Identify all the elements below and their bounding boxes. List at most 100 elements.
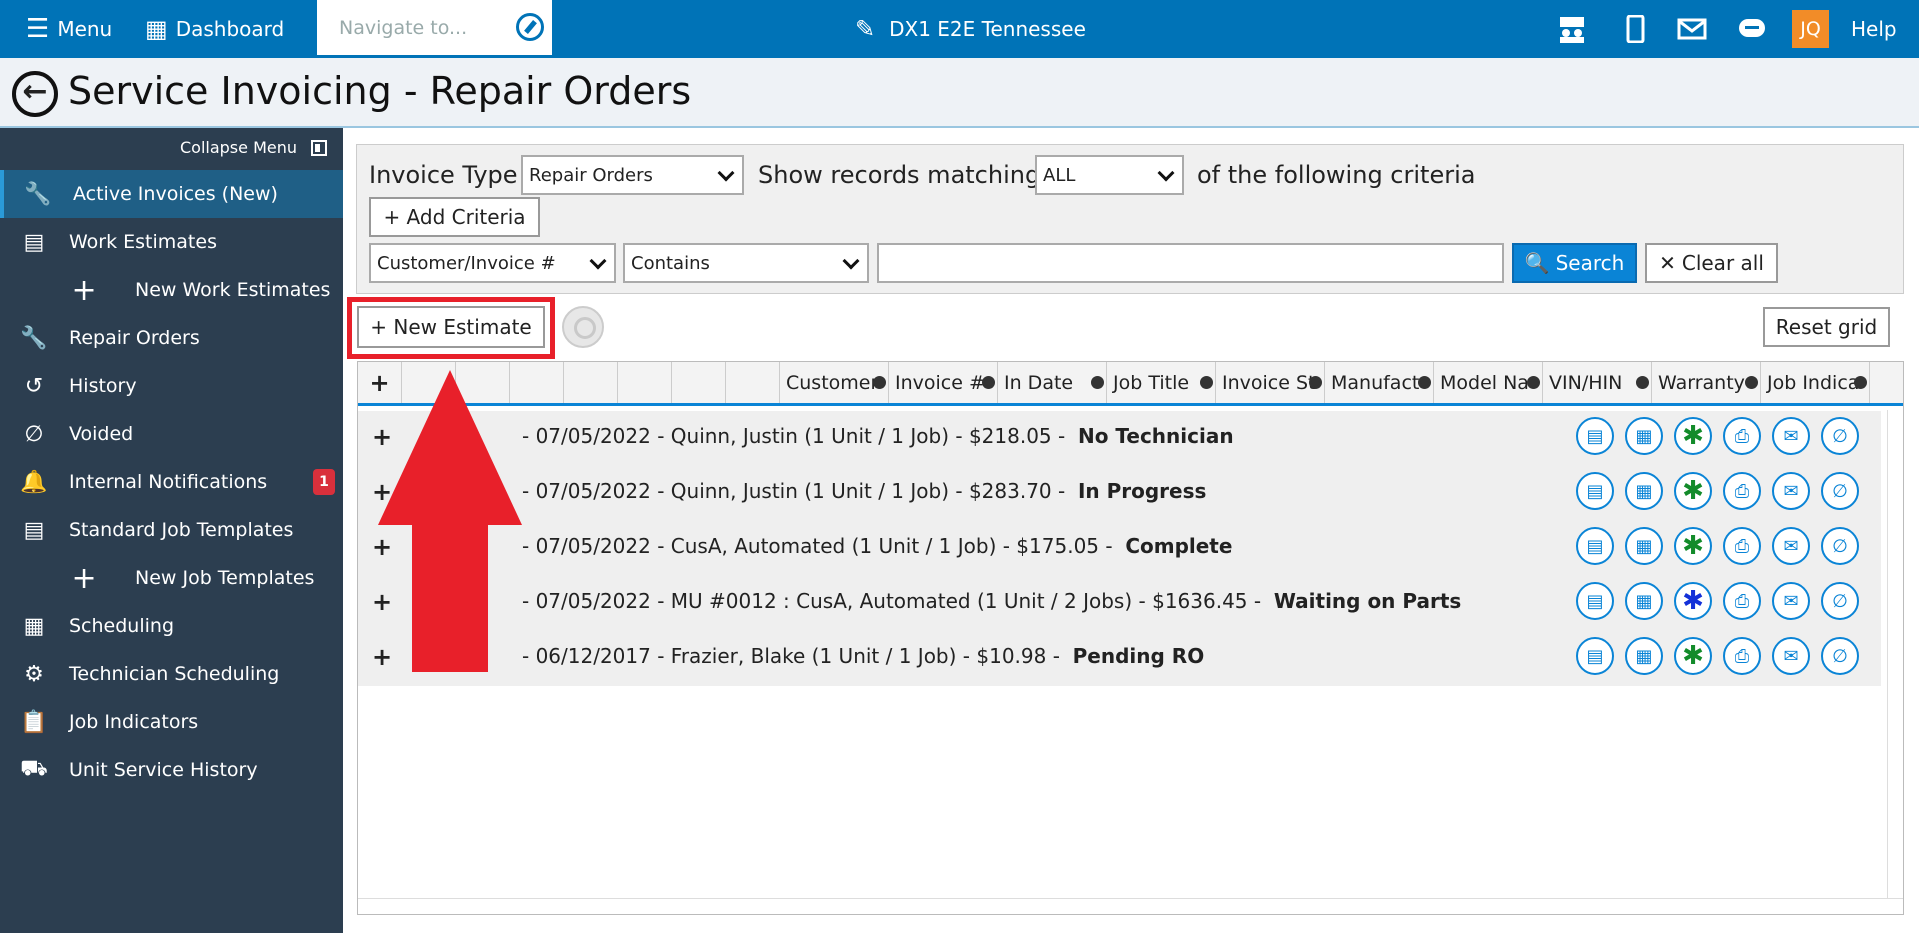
gear-icon[interactable] xyxy=(1200,376,1213,389)
email-icon[interactable]: ✉ xyxy=(1772,527,1810,565)
vertical-scrollbar[interactable] xyxy=(1887,410,1903,898)
back-arrow-icon[interactable]: ← xyxy=(12,71,58,117)
sidebar-item-internal-notifications[interactable]: 🔔 Internal Notifications 1 xyxy=(0,458,343,506)
calendar-icon[interactable]: ▦ xyxy=(1625,527,1663,565)
email-icon[interactable]: ✉ xyxy=(1772,472,1810,510)
invoice-number-header[interactable]: Invoice # xyxy=(889,362,998,403)
gear-icon[interactable] xyxy=(1527,376,1540,389)
print-icon[interactable]: ⎙ xyxy=(1723,637,1761,675)
manufacturer-header[interactable]: Manufact xyxy=(1325,362,1434,403)
void-icon[interactable]: ∅ xyxy=(1821,417,1859,455)
print-icon[interactable]: ⎙ xyxy=(1723,582,1761,620)
navigate-input[interactable]: Navigate to... xyxy=(317,0,552,55)
sidebar-item-active-invoices[interactable]: 🔧 Active Invoices (New) xyxy=(0,170,343,218)
gear-icon[interactable] xyxy=(1091,376,1104,389)
document-icon[interactable]: ▤ xyxy=(1576,527,1614,565)
dashboard-button[interactable]: ▦ Dashboard xyxy=(145,0,284,58)
mail-icon[interactable] xyxy=(1677,15,1707,43)
reset-grid-button[interactable]: Reset grid xyxy=(1763,307,1890,347)
warranty-icon[interactable]: ✱ xyxy=(1674,527,1712,565)
table-row[interactable]: + - 07/05/2022 - CusA, Automated (1 Unit… xyxy=(358,521,1881,576)
invoice-status-header[interactable]: Invoice St xyxy=(1216,362,1325,403)
refresh-icon[interactable] xyxy=(562,306,604,348)
job-indicators-header[interactable]: Job Indica xyxy=(1761,362,1870,403)
gear-icon: ⚙ xyxy=(24,661,44,687)
document-icon[interactable]: ▤ xyxy=(1576,637,1614,675)
match-select[interactable]: ALL xyxy=(1035,155,1184,195)
row-status: Complete xyxy=(1125,534,1233,558)
sidebar-item-work-estimates[interactable]: ▤ Work Estimates xyxy=(0,218,343,266)
row-summary: - 07/05/2022 - CusA, Automated (1 Unit /… xyxy=(522,534,1113,558)
user-switch-icon[interactable] xyxy=(1557,15,1587,43)
warranty-icon[interactable]: ✱ xyxy=(1674,472,1712,510)
sidebar-item-new-job-templates[interactable]: + New Job Templates xyxy=(0,554,343,602)
gear-icon[interactable] xyxy=(1418,376,1431,389)
sidebar-item-new-work-estimates[interactable]: + New Work Estimates xyxy=(0,266,343,314)
calendar-icon[interactable]: ▦ xyxy=(1625,472,1663,510)
calendar-icon[interactable]: ▦ xyxy=(1625,582,1663,620)
email-icon[interactable]: ✉ xyxy=(1772,417,1810,455)
warranty-icon[interactable]: ✱ xyxy=(1674,417,1712,455)
gear-icon[interactable] xyxy=(873,376,886,389)
table-row[interactable]: + - 07/05/2022 - Quinn, Justin (1 Unit /… xyxy=(358,411,1881,466)
warranty-icon[interactable]: ✱ xyxy=(1674,582,1712,620)
email-icon[interactable]: ✉ xyxy=(1772,637,1810,675)
sidebar-item-history[interactable]: ↺ History xyxy=(0,362,343,410)
help-link[interactable]: Help xyxy=(1851,0,1897,58)
invoice-type-select[interactable]: Repair Orders xyxy=(521,155,744,195)
search-input[interactable] xyxy=(877,243,1504,283)
in-date-header[interactable]: In Date xyxy=(998,362,1107,403)
user-avatar[interactable]: JQ xyxy=(1792,10,1829,48)
sidebar-item-scheduling[interactable]: ▦ Scheduling xyxy=(0,602,343,650)
search-button[interactable]: 🔍 Search xyxy=(1512,243,1637,283)
annotation-arrow xyxy=(378,370,522,672)
collapse-icon xyxy=(311,139,327,156)
table-row[interactable]: + - 07/05/2022 - MU #0012 : CusA, Automa… xyxy=(358,576,1881,631)
job-title-header[interactable]: Job Title xyxy=(1107,362,1216,403)
document-icon[interactable]: ▤ xyxy=(1576,472,1614,510)
chat-icon[interactable] xyxy=(1737,15,1767,43)
model-name-header[interactable]: Model Na xyxy=(1434,362,1543,403)
warranty-header[interactable]: Warranty xyxy=(1652,362,1761,403)
operator-select[interactable]: Contains xyxy=(623,243,869,283)
sidebar-item-standard-job-templates[interactable]: ▤ Standard Job Templates xyxy=(0,506,343,554)
customer-header[interactable]: Customer xyxy=(780,362,889,403)
print-icon[interactable]: ⎙ xyxy=(1723,417,1761,455)
mobile-icon[interactable] xyxy=(1620,14,1650,44)
sidebar-item-job-indicators[interactable]: 📋 Job Indicators xyxy=(0,698,343,746)
void-icon[interactable]: ∅ xyxy=(1821,582,1859,620)
dealer-name[interactable]: ✎ DX1 E2E Tennessee xyxy=(855,0,1086,58)
field-select[interactable]: Customer/Invoice # xyxy=(369,243,616,283)
horizontal-scrollbar[interactable] xyxy=(358,898,1903,914)
row-status: Waiting on Parts xyxy=(1273,589,1462,613)
void-icon[interactable]: ∅ xyxy=(1821,472,1859,510)
calendar-icon[interactable]: ▦ xyxy=(1625,417,1663,455)
vin-hin-header[interactable]: VIN/HIN xyxy=(1543,362,1652,403)
compass-icon[interactable] xyxy=(516,13,544,41)
void-icon[interactable]: ∅ xyxy=(1821,527,1859,565)
sidebar-item-voided[interactable]: ∅ Voided xyxy=(0,410,343,458)
gear-icon[interactable] xyxy=(1745,376,1758,389)
email-icon[interactable]: ✉ xyxy=(1772,582,1810,620)
calendar-icon[interactable]: ▦ xyxy=(1625,637,1663,675)
document-icon[interactable]: ▤ xyxy=(1576,417,1614,455)
menu-button[interactable]: ☰ Menu xyxy=(26,0,112,58)
collapse-menu-button[interactable]: Collapse Menu xyxy=(180,138,327,157)
table-row[interactable]: + - 07/05/2022 - Quinn, Justin (1 Unit /… xyxy=(358,466,1881,521)
sidebar-item-technician-scheduling[interactable]: ⚙ Technician Scheduling xyxy=(0,650,343,698)
gear-icon[interactable] xyxy=(1636,376,1649,389)
document-icon[interactable]: ▤ xyxy=(1576,582,1614,620)
void-icon[interactable]: ∅ xyxy=(1821,637,1859,675)
print-icon[interactable]: ⎙ xyxy=(1723,472,1761,510)
add-criteria-button[interactable]: + Add Criteria xyxy=(369,197,540,237)
gear-icon[interactable] xyxy=(1854,376,1867,389)
gear-icon[interactable] xyxy=(982,376,995,389)
plus-icon: + xyxy=(71,560,97,596)
warranty-icon[interactable]: ✱ xyxy=(1674,637,1712,675)
table-row[interactable]: + - 06/12/2017 - Frazier, Blake (1 Unit … xyxy=(358,631,1881,686)
sidebar-item-repair-orders[interactable]: 🔧 Repair Orders xyxy=(0,314,343,362)
clear-all-button[interactable]: ✕ Clear all xyxy=(1645,243,1778,283)
gear-icon[interactable] xyxy=(1309,376,1322,389)
sidebar-item-unit-service-history[interactable]: ⛟ Unit Service History xyxy=(0,746,343,794)
print-icon[interactable]: ⎙ xyxy=(1723,527,1761,565)
